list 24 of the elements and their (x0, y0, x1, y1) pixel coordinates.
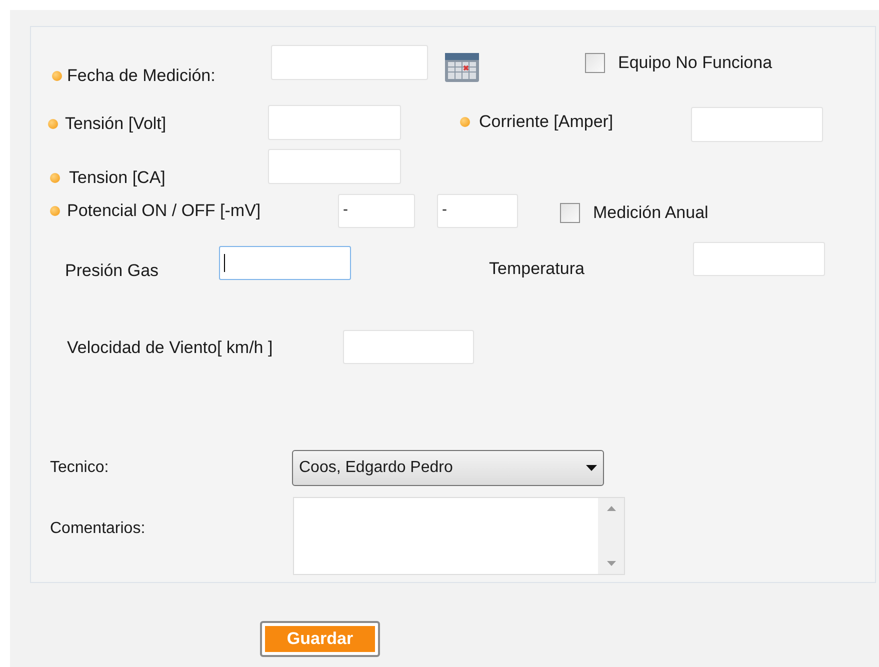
checkbox[interactable] (560, 202, 580, 222)
input-field[interactable]: - (338, 194, 415, 228)
scroll-up-icon[interactable] (606, 506, 616, 511)
field-label: Presión Gas (65, 261, 159, 280)
scrollbar[interactable] (598, 498, 624, 574)
calendar-icon[interactable] (444, 51, 480, 83)
field-label: Potencial ON / OFF [-mV] (67, 200, 261, 222)
field-label: Velocidad de Viento[ km/h ] (67, 338, 273, 357)
field-label: Corriente [Amper] (479, 111, 614, 134)
technician-dropdown[interactable]: Coos, Edgardo Pedro (292, 450, 604, 486)
input-field[interactable] (219, 246, 351, 280)
field-label: Tensión [Volt] (65, 113, 166, 136)
checkbox[interactable] (585, 52, 605, 73)
field-label: Comentarios: (50, 520, 146, 537)
field-label: Fecha de Medición: (67, 65, 216, 87)
comments-textarea[interactable] (293, 497, 625, 575)
field-label: Tecnico: (50, 459, 109, 476)
scroll-down-icon[interactable] (606, 561, 616, 566)
checkbox-label: Equipo No Funciona (618, 52, 772, 74)
dropdown-caret-icon (586, 465, 597, 471)
checkbox-label: Medición Anual (593, 202, 708, 224)
input-field[interactable]: - (437, 194, 518, 228)
field-label: Temperatura (489, 259, 584, 278)
field-label: Tension [CA] (69, 167, 166, 190)
